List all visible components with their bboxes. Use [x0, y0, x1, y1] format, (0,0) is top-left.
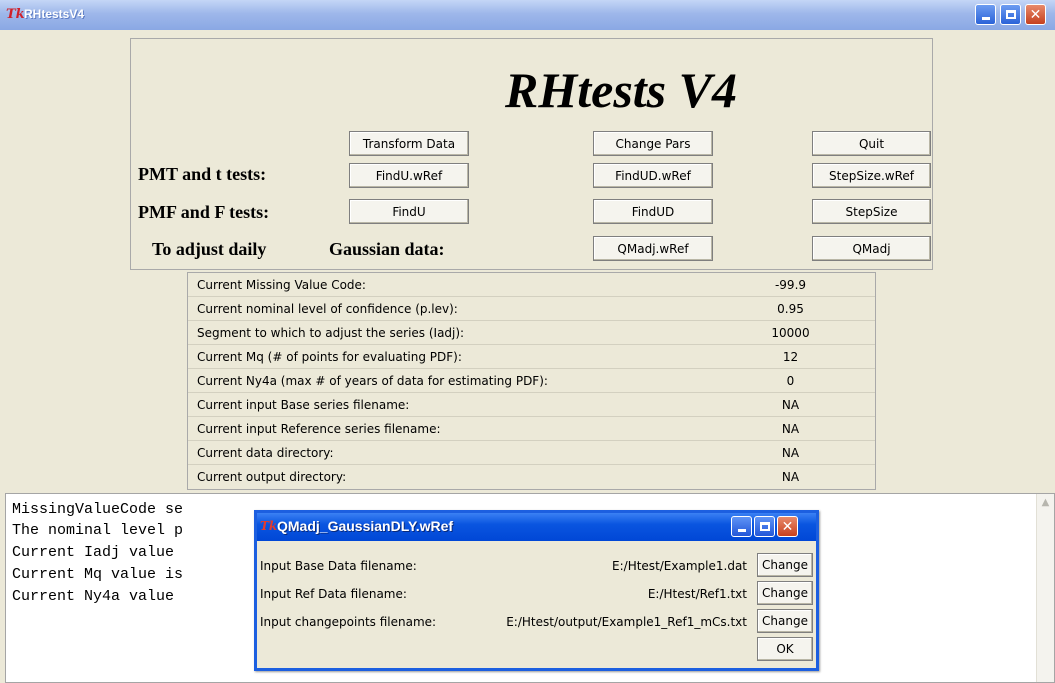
findu-button[interactable]: FindU	[349, 199, 469, 224]
console-line: Current Ny4a value	[12, 588, 175, 605]
setting-value: NA	[781, 422, 800, 436]
settings-row: Current Ny4a (max # of years of data for…	[188, 369, 875, 393]
quit-button[interactable]: Quit	[812, 131, 931, 156]
setting-value: 12	[782, 350, 799, 364]
settings-row: Segment to which to adjust the series (I…	[188, 321, 875, 345]
scroll-up-icon[interactable]: ▲	[1037, 494, 1054, 511]
setting-value: NA	[781, 398, 800, 412]
findud-button[interactable]: FindUD	[593, 199, 713, 224]
ref-file-label: Input Ref Data filename:	[260, 587, 407, 601]
setting-label: Current input Reference series filename:	[197, 422, 441, 436]
findu-wref-button[interactable]: FindU.wRef	[349, 163, 469, 188]
close-icon: ✕	[781, 518, 794, 535]
setting-label: Current Ny4a (max # of years of data for…	[197, 374, 548, 388]
dialog-title: QMadj_GaussianDLY.wRef	[277, 518, 454, 534]
setting-label: Current output directory:	[197, 470, 347, 484]
minimize-button[interactable]	[975, 4, 996, 25]
dialog-minimize-button[interactable]	[731, 516, 752, 537]
setting-label: Current Missing Value Code:	[197, 278, 366, 292]
maximize-button[interactable]	[1000, 4, 1021, 25]
settings-row: Current input Base series filename: NA	[188, 393, 875, 417]
console-line: Current Iadj value	[12, 544, 175, 561]
close-icon: ✕	[1029, 6, 1042, 23]
settings-row: Current data directory: NA	[188, 441, 875, 465]
console-line: The nominal level p	[12, 522, 184, 539]
changepoints-file-label: Input changepoints filename:	[260, 615, 437, 629]
dialog-row-ref: Input Ref Data filename: E:/Htest/Ref1.t…	[257, 581, 816, 607]
console-line: MissingValueCode se	[12, 501, 184, 518]
console-scrollbar[interactable]: ▲	[1036, 494, 1054, 682]
dialog-titlebar: Tk QMadj_GaussianDLY.wRef ✕	[257, 513, 816, 541]
console-line: Current Mq value is	[12, 566, 184, 583]
setting-label: Current nominal level of confidence (p.l…	[197, 302, 458, 316]
setting-value: 10000	[771, 326, 810, 340]
settings-row: Current Mq (# of points for evaluating P…	[188, 345, 875, 369]
findud-wref-button[interactable]: FindUD.wRef	[593, 163, 713, 188]
setting-label: Segment to which to adjust the series (I…	[197, 326, 465, 340]
setting-value: 0	[786, 374, 795, 388]
setting-label: Current Mq (# of points for evaluating P…	[197, 350, 462, 364]
change-ref-button[interactable]: Change	[757, 581, 813, 605]
window-title: RHtestsV4	[24, 7, 85, 21]
app-title: RHtests V4	[505, 62, 737, 118]
dialog-row-changepoints: Input changepoints filename: E:/Htest/ou…	[257, 609, 816, 635]
changepoints-file-value: E:/Htest/output/Example1_Ref1_mCs.txt	[506, 615, 747, 629]
settings-row: Current output directory: NA	[188, 465, 875, 489]
qmadj-button[interactable]: QMadj	[812, 236, 931, 261]
maximize-icon	[759, 522, 770, 531]
dialog-close-button[interactable]: ✕	[777, 516, 798, 537]
settings-row: Current input Reference series filename:…	[188, 417, 875, 441]
window-titlebar: Tk RHtestsV4 ✕	[0, 0, 1055, 30]
stepsize-button[interactable]: StepSize	[812, 199, 931, 224]
setting-value: NA	[781, 470, 800, 484]
transform-data-button[interactable]: Transform Data	[349, 131, 469, 156]
tk-logo-icon: Tk	[6, 7, 25, 22]
settings-row: Current Missing Value Code: -99.9	[188, 273, 875, 297]
base-file-label: Input Base Data filename:	[260, 559, 417, 573]
ref-file-value: E:/Htest/Ref1.txt	[647, 587, 747, 601]
pmt-row-label: PMT and t tests:	[138, 164, 267, 184]
stepsize-wref-button[interactable]: StepSize.wRef	[812, 163, 931, 188]
settings-row: Current nominal level of confidence (p.l…	[188, 297, 875, 321]
minimize-icon	[981, 17, 990, 20]
ok-button[interactable]: OK	[757, 637, 813, 661]
qmadj-wref-button[interactable]: QMadj.wRef	[593, 236, 713, 261]
qmadj-dialog: Tk QMadj_GaussianDLY.wRef ✕ Input Base D…	[254, 510, 819, 671]
change-pars-button[interactable]: Change Pars	[593, 131, 713, 156]
change-base-button[interactable]: Change	[757, 553, 813, 577]
dialog-row-base: Input Base Data filename: E:/Htest/Examp…	[257, 553, 816, 579]
change-changepoints-button[interactable]: Change	[757, 609, 813, 633]
setting-label: Current input Base series filename:	[197, 398, 410, 412]
minimize-icon	[737, 529, 746, 532]
tk-logo-icon: Tk	[260, 519, 278, 533]
setting-value: -99.9	[774, 278, 807, 292]
setting-value: NA	[781, 446, 800, 460]
dialog-maximize-button[interactable]	[754, 516, 775, 537]
setting-label: Current data directory:	[197, 446, 334, 460]
gaussian-row-label: Gaussian data:	[329, 239, 445, 259]
pmf-row-label: PMF and F tests:	[138, 202, 270, 222]
setting-value: 0.95	[777, 302, 804, 316]
maximize-icon	[1005, 10, 1016, 19]
base-file-value: E:/Htest/Example1.dat	[612, 559, 747, 573]
adjust-row-label: To adjust daily	[152, 239, 267, 259]
settings-table: Current Missing Value Code: -99.9 Curren…	[187, 272, 876, 490]
close-button[interactable]: ✕	[1025, 4, 1046, 25]
